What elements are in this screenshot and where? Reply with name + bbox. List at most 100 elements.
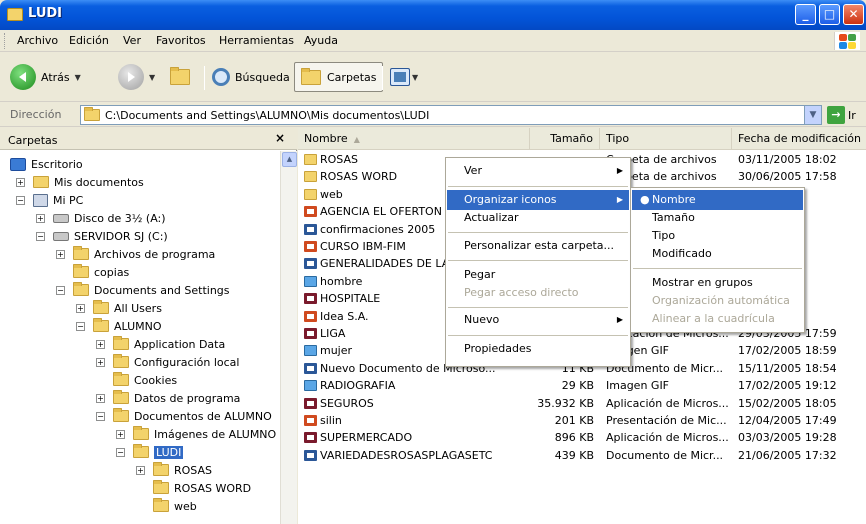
submenu-item-nombre[interactable]: ● Nombre [632,190,803,210]
tree-item-mi-pc[interactable]: − Mi PC [16,191,83,209]
file-type: Imagen GIF [606,379,670,393]
tree-item-rosas[interactable]: + ROSAS [136,461,212,479]
toolbar: Atrás ▼ ▼ ↑ Búsqueda Carpetas ▼ [0,52,866,102]
tree-item-application-data[interactable]: + Application Data [96,335,225,353]
submenu-item-tipo[interactable]: Tipo [632,226,803,246]
gif-image-icon [304,345,317,357]
menu-divider [448,260,628,261]
tree-item-configuracion-local[interactable]: + Configuración local [96,353,239,371]
tree-item-servidor-c[interactable]: − SERVIDOR SJ (C:) [36,227,168,245]
menu-ayuda[interactable]: Ayuda [304,34,338,47]
submenu-item-tamano[interactable]: Tamaño [632,208,803,228]
views-button[interactable]: ▼ [390,62,418,92]
go-button[interactable]: Ir [848,109,856,122]
menu-favoritos[interactable]: Favoritos [156,34,206,47]
menu-archivo[interactable]: Archivo [17,34,58,47]
scroll-up-icon[interactable]: ▲ [282,152,297,167]
collapse-icon[interactable]: − [16,195,25,205]
expand-icon[interactable]: + [136,465,145,475]
expand-icon[interactable]: + [96,339,105,349]
chevron-down-icon[interactable]: ▼ [149,73,155,82]
column-name[interactable]: Nombre ▲ [298,128,530,150]
column-size[interactable]: Tamaño [530,128,600,150]
up-folder-button[interactable]: ↑ [170,62,190,92]
file-name: VARIEDADESROSASPLAGASETC [320,448,493,462]
tree-item-archivos-de-programa[interactable]: + Archivos de programa [56,245,215,263]
expand-icon[interactable]: + [96,357,105,367]
gif-image-icon [304,380,317,392]
maximize-button[interactable]: □ [819,4,840,25]
tree-item-all-users[interactable]: + All Users [76,299,162,317]
tree-item-rosas-word[interactable]: ROSAS WORD [136,479,251,497]
submenu-item-modificado[interactable]: Modificado [632,244,803,264]
file-row[interactable]: SUPERMERCADO 896 KB Aplicación de Micros..… [298,429,866,446]
collapse-icon[interactable]: − [36,231,45,241]
menu-item-propiedades[interactable]: Propiedades [447,339,629,359]
back-button[interactable]: Atrás ▼ [10,62,81,92]
column-type[interactable]: Tipo [600,128,732,150]
search-icon [212,68,230,86]
file-name: ROSAS [320,153,358,166]
file-name: CURSO IBM-FIM [320,240,406,253]
folders-button[interactable]: Carpetas [294,62,384,92]
expand-icon[interactable]: + [16,177,25,187]
file-row[interactable]: SEGUROS 35.932 KB Aplicación de Micros... 1… [298,395,866,412]
my-documents-icon [33,176,49,188]
search-button[interactable]: Búsqueda [212,62,290,92]
tree-item-documents-and-settings[interactable]: − Documents and Settings [56,281,230,299]
forward-button[interactable]: ▼ [118,62,155,92]
collapse-icon[interactable]: − [76,321,85,331]
folder-tree-scrollbar[interactable]: ▲ [280,151,297,524]
file-row[interactable]: silin 201 KB Presentación de Mic... 12/04/2… [298,412,866,429]
explorer-window: LUDI _ □ ✕ Archivo Edición Ver Favoritos… [0,0,866,524]
menu-item-pegar[interactable]: Pegar [447,265,629,285]
menu-edicion[interactable]: Edición [69,34,109,47]
expand-icon[interactable]: + [36,213,45,223]
title-bar[interactable]: LUDI _ □ ✕ [0,0,866,30]
menu-item-nuevo[interactable]: Nuevo ▶ [447,310,629,330]
tree-item-escritorio[interactable]: Escritorio [10,155,83,173]
minimize-button[interactable]: _ [795,4,816,25]
tree-item-mis-documentos[interactable]: + Mis documentos [16,173,144,191]
address-input[interactable]: C:\Documents and Settings\ALUMNO\Mis doc… [80,105,822,125]
menu-item-personalizar[interactable]: Personalizar esta carpeta... [447,236,629,256]
submenu-item-mostrar-en-grupos[interactable]: Mostrar en grupos [632,273,803,293]
file-name: silin [320,414,342,427]
expand-icon[interactable]: + [76,303,85,313]
chevron-down-icon[interactable]: ▼ [75,73,81,82]
expand-icon[interactable]: + [116,429,125,439]
back-label: Atrás [41,70,70,84]
tree-item-cookies[interactable]: Cookies [96,371,177,389]
menu-item-organizar-iconos[interactable]: Organizar iconos ▶ [447,190,629,210]
expand-icon[interactable]: + [96,393,105,403]
chevron-down-icon[interactable]: ▼ [804,106,821,124]
file-name: confirmaciones 2005 [320,222,436,236]
tree-item-copias[interactable]: copias [56,263,129,281]
tree-item-alumno[interactable]: − ALUMNO [76,317,162,335]
expand-icon[interactable]: + [56,249,65,259]
menu-ver[interactable]: Ver [123,34,141,47]
tree-item-disco-a[interactable]: + Disco de 3½ (A:) [36,209,166,227]
file-row[interactable]: VARIEDADESROSASPLAGASETC 439 KB Documento … [298,447,866,464]
tree-item-ludi[interactable]: − LUDI [116,443,184,461]
go-arrow-icon[interactable]: → [827,106,845,124]
collapse-icon[interactable]: − [96,411,105,421]
chevron-down-icon[interactable]: ▼ [412,73,418,82]
grip-handle[interactable] [4,33,7,49]
tree-item-documentos-de-alumno[interactable]: − Documentos de ALUMNO [96,407,272,425]
menu-item-actualizar[interactable]: Actualizar [447,208,629,228]
collapse-icon[interactable]: − [56,285,65,295]
menu-item-ver[interactable]: Ver ▶ [447,161,629,181]
file-name: LIGA [320,327,346,340]
file-row[interactable]: RADIOGRAFIA 29 KB Imagen GIF 17/02/2005 19:… [298,377,866,394]
close-icon[interactable]: × [275,131,285,145]
tree-item-imagenes-de-alumno[interactable]: + Imágenes de ALUMNO [116,425,276,443]
word-document-icon [304,449,317,461]
folder-tree: Escritorio + Mis documentos − Mi PC + Disco… [0,151,280,524]
tree-item-web[interactable]: web [136,497,197,515]
menu-herramientas[interactable]: Herramientas [219,34,294,47]
collapse-icon[interactable]: − [116,447,125,457]
column-date[interactable]: Fecha de modificación [732,128,866,150]
close-button[interactable]: ✕ [843,4,864,25]
tree-item-datos-de-programa[interactable]: + Datos de programa [96,389,240,407]
